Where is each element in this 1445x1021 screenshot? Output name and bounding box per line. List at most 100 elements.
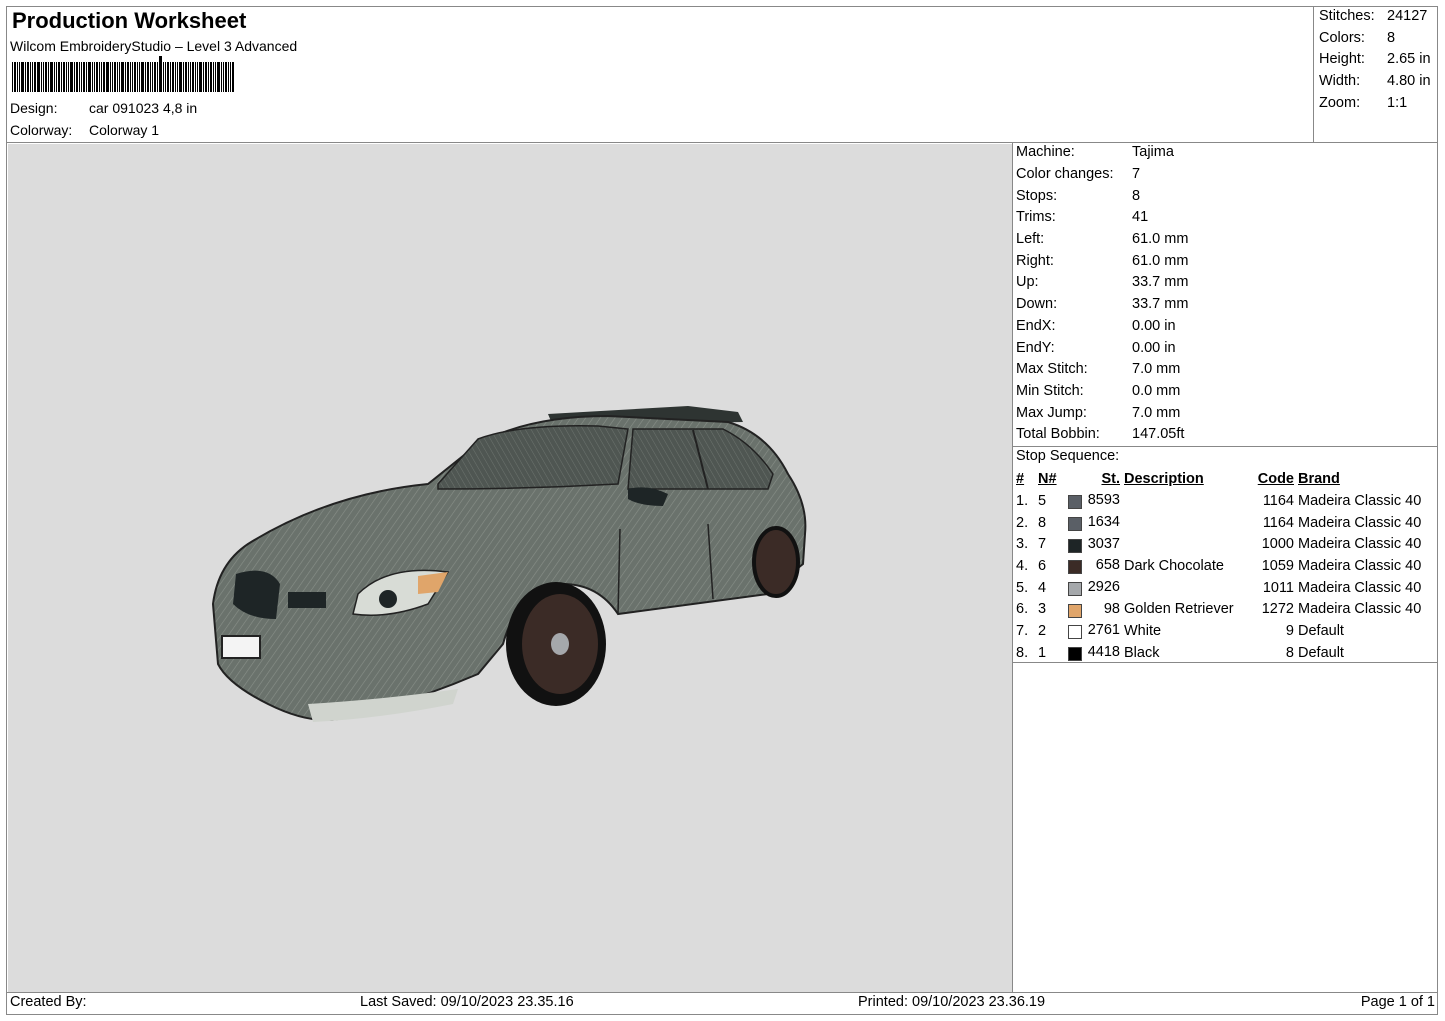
barcode-bar: [32, 62, 33, 92]
barcode-bar: [21, 62, 24, 92]
row-index: 2.: [1016, 514, 1029, 531]
col-index: #: [1016, 471, 1025, 487]
barcode-bar: [130, 62, 131, 92]
barcode-bar: [141, 62, 144, 92]
panel-divider: [1012, 142, 1013, 992]
barcode-bar: [48, 62, 49, 92]
row-index: 4.: [1016, 557, 1029, 574]
barcode-bar: [205, 62, 207, 92]
barcode-bar: [195, 62, 196, 92]
stat-label-zoom: Zoom:: [1319, 95, 1361, 111]
info-value: Tajima: [1132, 144, 1174, 160]
color-swatch: [1068, 647, 1082, 662]
barcode-bar: [177, 62, 178, 92]
stitch-count: 658: [1095, 557, 1120, 574]
row-code: 1011: [1262, 579, 1294, 596]
row-brand: Madeira Classic 40: [1298, 536, 1422, 553]
info-row-max-jump: Max Jump: 7.0 mm: [1016, 405, 1180, 421]
info-label: EndX:: [1016, 318, 1056, 334]
row-brand: Madeira Classic 40: [1298, 557, 1422, 574]
barcode-bar: [139, 62, 140, 92]
info-label: Color changes:: [1016, 166, 1114, 182]
barcode-bar: [79, 62, 80, 92]
barcode-bar: [167, 62, 169, 92]
color-swatch: [1068, 538, 1082, 553]
row-brand: Default: [1298, 644, 1344, 661]
barcode-bar: [221, 62, 222, 92]
row-description: White: [1124, 622, 1162, 639]
row-needle: 2: [1038, 622, 1047, 639]
table-row: 2. 8 1634 1164 Madeira Classic 40: [1014, 512, 1423, 534]
info-row-total-bobbin: Total Bobbin: 147.05ft: [1016, 426, 1184, 442]
header-divider: [6, 142, 1438, 143]
col-brand: Brand: [1298, 471, 1340, 487]
stop-sequence-table: # N# St. Description Code Brand 1. 5 8593 1…: [1014, 468, 1423, 664]
printed-date: Printed: 09/10/2023 23.36.19: [858, 994, 1046, 1010]
barcode-bar: [192, 62, 194, 92]
row-stitches: 1634: [1066, 512, 1122, 534]
info-label: Max Jump:: [1016, 405, 1087, 421]
stats-divider: [1313, 6, 1314, 142]
barcode-bar: [210, 62, 212, 92]
row-needle: 1: [1038, 644, 1047, 661]
barcode-bar: [50, 62, 53, 92]
barcode-bar: [86, 62, 87, 92]
barcode-bar: [96, 62, 98, 92]
row-stitches: 2926: [1066, 577, 1122, 599]
barcode-bar: [30, 62, 31, 92]
barcode: [12, 56, 330, 92]
row-stitches: 658: [1066, 555, 1122, 577]
stat-value-width: 4.80 in: [1387, 73, 1431, 89]
barcode-bar: [58, 62, 60, 92]
barcode-bar: [76, 62, 78, 92]
row-needle: 5: [1038, 492, 1047, 509]
barcode-bar: [145, 62, 146, 92]
barcode-bar: [66, 62, 67, 92]
color-swatch: [1068, 582, 1082, 597]
barcode-bar: [137, 62, 138, 92]
row-description: [1122, 577, 1252, 599]
color-swatch: [1068, 603, 1082, 618]
stat-value-zoom: 1:1: [1387, 95, 1408, 111]
row-stitches: 2761: [1066, 620, 1122, 642]
barcode-bar: [208, 62, 209, 92]
info-label: Max Stitch:: [1016, 361, 1088, 377]
info-value: 147.05ft: [1132, 426, 1185, 442]
car-embroidery-image: [211, 406, 807, 722]
info-label: Right:: [1016, 253, 1054, 269]
row-code: 1164: [1262, 514, 1294, 531]
info-row-machine: Machine: Tajima: [1016, 144, 1174, 160]
stitch-count: 1634: [1087, 514, 1120, 531]
barcode-bar: [190, 62, 191, 92]
stitch-count: 3037: [1087, 535, 1120, 552]
stitch-count: 2926: [1087, 579, 1120, 596]
barcode-bar: [217, 62, 220, 92]
info-row-max-stitch: Max Stitch: 7.0 mm: [1016, 361, 1180, 377]
barcode-bar: [121, 62, 124, 92]
info-value: 0.00 in: [1132, 340, 1176, 356]
row-description: [1122, 512, 1252, 534]
barcode-bar: [230, 62, 231, 92]
info-value: 61.0 mm: [1132, 231, 1189, 247]
barcode-bar: [92, 62, 93, 92]
barcode-bar: [225, 62, 227, 92]
barcode-bar: [45, 62, 47, 92]
info-value: 0.0 mm: [1132, 383, 1181, 399]
barcode-bar: [19, 62, 20, 92]
info-value: 7: [1132, 166, 1141, 182]
stat-label-width: Width:: [1319, 73, 1361, 89]
row-description: Golden Retriever: [1124, 601, 1234, 618]
table-row: 5. 4 2926 1011 Madeira Classic 40: [1014, 577, 1423, 599]
barcode-bar: [94, 62, 95, 92]
row-brand: Madeira Classic 40: [1298, 601, 1422, 618]
info-label: Down:: [1016, 296, 1058, 312]
barcode-bar: [152, 62, 153, 92]
barcode-bar: [117, 62, 118, 92]
info-value: 61.0 mm: [1132, 253, 1189, 269]
barcode-bar: [74, 62, 75, 92]
info-label: Stops:: [1016, 188, 1058, 204]
row-code: 1059: [1261, 557, 1294, 574]
color-swatch: [1068, 560, 1082, 575]
barcode-bar: [127, 62, 129, 92]
barcode-bar: [134, 62, 136, 92]
